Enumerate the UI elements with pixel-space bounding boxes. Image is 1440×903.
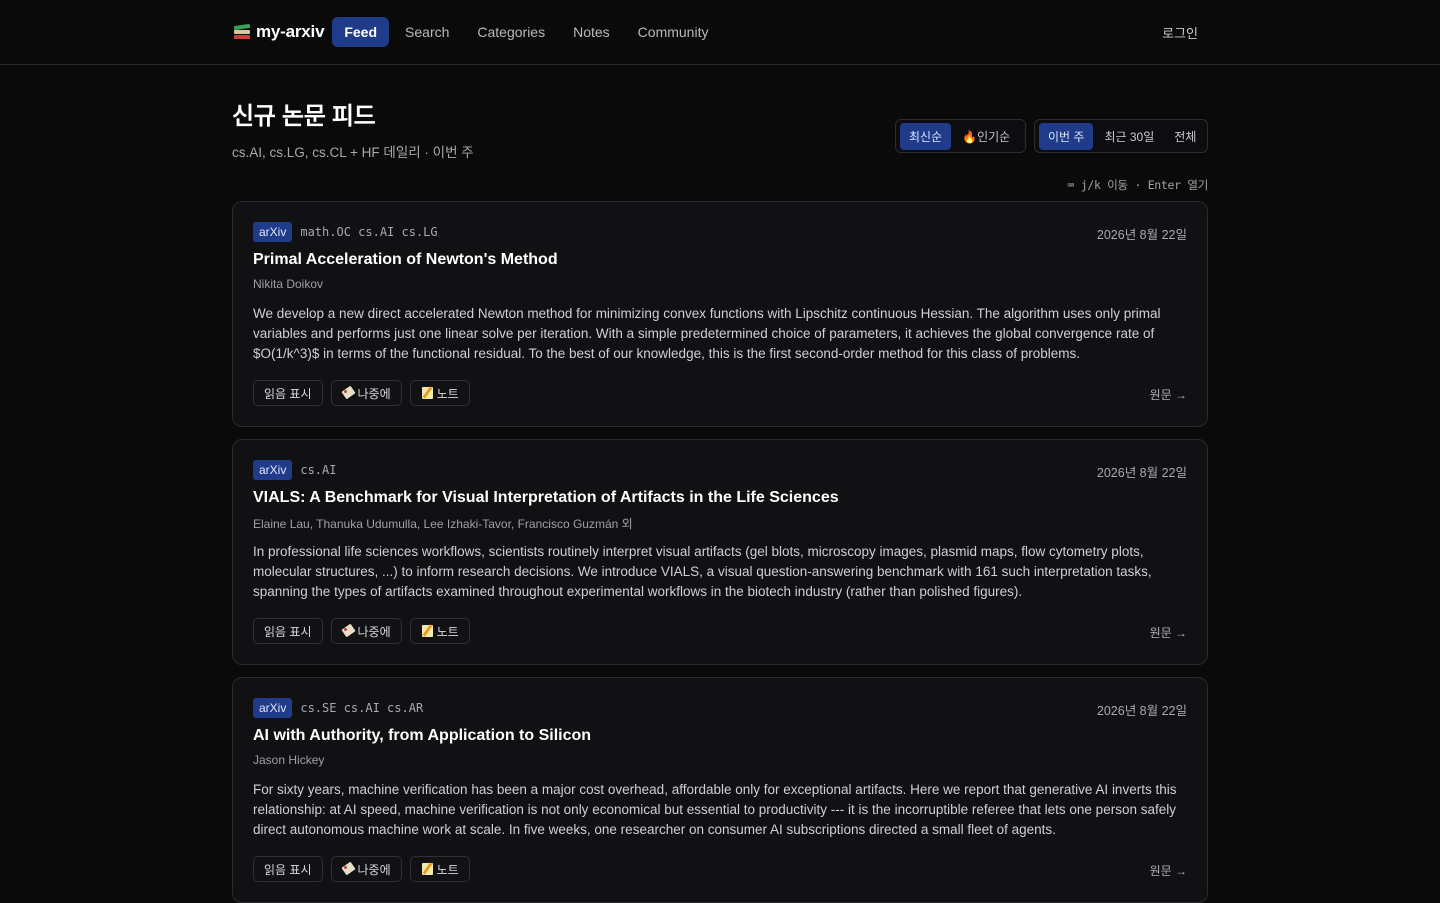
read-later-button[interactable]: 나중에 (330, 618, 402, 644)
login-button[interactable]: 로그인 (1162, 23, 1208, 42)
nav-item-notes[interactable]: Notes (559, 17, 624, 47)
paper-title[interactable]: VIALS: A Benchmark for Visual Interpreta… (253, 489, 839, 507)
memo-icon (421, 386, 435, 400)
read-later-label: 나중에 (357, 624, 391, 639)
source-badge: arXiv (253, 222, 293, 242)
paper-card[interactable]: arXiv cs.SE cs.AI cs.AR 2026년 8월 22일 AI … (232, 677, 1208, 903)
mark-read-button[interactable]: 읽음 표시 (253, 856, 323, 882)
note-button[interactable]: 노트 (409, 856, 470, 882)
range-toggle: 이번 주 최근 30일 전체 (1034, 119, 1208, 153)
paper-date: 2026년 8월 22일 (1096, 228, 1187, 242)
source-badge: arXiv (253, 698, 293, 718)
top-navigation-inner: my-arxiv Feed Search Categories Notes Co… (232, 0, 1208, 64)
read-later-label: 나중에 (357, 862, 391, 877)
mark-read-button[interactable]: 읽음 표시 (253, 618, 323, 644)
source-badge: arXiv (253, 460, 293, 480)
memo-icon (421, 862, 435, 876)
sort-popular-label: 인기순 (977, 129, 1011, 144)
paper-meta: arXiv cs.SE cs.AI cs.AR (253, 698, 423, 718)
mark-read-label: 읽음 표시 (264, 624, 312, 639)
paper-abstract: We develop a new direct accelerated Newt… (253, 306, 1161, 361)
tag-icon (342, 386, 356, 400)
paper-actions: 읽음 표시 나중에 노트 (253, 856, 470, 882)
range-week-button[interactable]: 이번 주 (1039, 122, 1094, 150)
sort-popular-button[interactable]: 🔥인기순 (953, 123, 1019, 150)
paper-title[interactable]: AI with Authority, from Application to S… (253, 727, 591, 745)
nav-item-feed[interactable]: Feed (332, 17, 390, 47)
original-link[interactable]: 원문 → (1150, 862, 1187, 879)
main-nav: Feed Search Categories Notes Community (332, 17, 722, 47)
paper-categories: cs.AI (300, 463, 337, 477)
read-later-button[interactable]: 나중에 (330, 856, 402, 882)
note-button[interactable]: 노트 (409, 618, 470, 644)
paper-card[interactable]: arXiv cs.AI 2026년 8월 22일 VIALS: A Benchm… (232, 439, 1208, 665)
fire-icon: 🔥 (962, 129, 978, 144)
page-header: 신규 논문 피드 cs.AI, cs.LG, cs.CL + HF 데일리 · … (232, 96, 474, 161)
paper-categories: cs.SE cs.AI cs.AR (300, 701, 424, 715)
paper-authors: Jason Hickey (253, 753, 325, 767)
original-link[interactable]: 원문 → (1150, 386, 1187, 403)
mark-read-label: 읽음 표시 (264, 386, 312, 401)
note-label: 노트 (436, 862, 459, 877)
tag-icon (342, 862, 356, 876)
paper-title[interactable]: Primal Acceleration of Newton's Method (253, 251, 558, 269)
page-title: 신규 논문 피드 (232, 103, 376, 130)
read-later-button[interactable]: 나중에 (330, 380, 402, 406)
paper-meta: arXiv cs.AI (253, 460, 336, 480)
paper-abstract: In professional life sciences workflows,… (253, 544, 1152, 599)
keyboard-hint: ⌨ j/k 이동 · Enter 열기 (1067, 178, 1209, 192)
mark-read-label: 읽음 표시 (264, 862, 312, 877)
memo-icon (421, 624, 435, 638)
nav-item-community[interactable]: Community (624, 17, 723, 47)
sort-latest-button[interactable]: 최신순 (900, 122, 952, 150)
mark-read-button[interactable]: 읽음 표시 (253, 380, 323, 406)
range-all-button[interactable]: 전체 (1165, 123, 1205, 150)
books-icon (232, 22, 252, 42)
note-label: 노트 (436, 386, 459, 401)
paper-actions: 읽음 표시 나중에 노트 (253, 380, 470, 406)
tag-icon (342, 624, 356, 638)
paper-card[interactable]: arXiv math.OC cs.AI cs.LG 2026년 8월 22일 P… (232, 201, 1208, 427)
original-link[interactable]: 원문 → (1150, 624, 1187, 641)
paper-date: 2026년 8월 22일 (1096, 704, 1187, 718)
nav-item-search[interactable]: Search (391, 17, 463, 47)
nav-item-categories[interactable]: Categories (463, 17, 559, 47)
note-label: 노트 (436, 624, 459, 639)
paper-abstract: For sixty years, machine verification ha… (253, 782, 1177, 837)
paper-authors: Nikita Doikov (253, 277, 324, 291)
page-subtitle: cs.AI, cs.LG, cs.CL + HF 데일리 · 이번 주 (232, 145, 474, 160)
paper-authors: Elaine Lau, Thanuka Udumulla, Lee Izhaki… (253, 517, 633, 531)
paper-categories: math.OC cs.AI cs.LG (300, 225, 438, 239)
paper-date: 2026년 8월 22일 (1096, 466, 1187, 480)
paper-actions: 읽음 표시 나중에 노트 (253, 618, 470, 644)
brand-name: my-arxiv (256, 22, 325, 41)
paper-meta: arXiv math.OC cs.AI cs.LG (253, 222, 438, 242)
range-month-button[interactable]: 최근 30일 (1095, 123, 1163, 150)
top-navigation-bar: my-arxiv Feed Search Categories Notes Co… (0, 0, 1440, 65)
read-later-label: 나중에 (357, 386, 391, 401)
sort-toggle: 최신순 🔥인기순 (895, 119, 1026, 153)
note-button[interactable]: 노트 (409, 380, 470, 406)
brand-logo[interactable]: my-arxiv (232, 22, 325, 42)
